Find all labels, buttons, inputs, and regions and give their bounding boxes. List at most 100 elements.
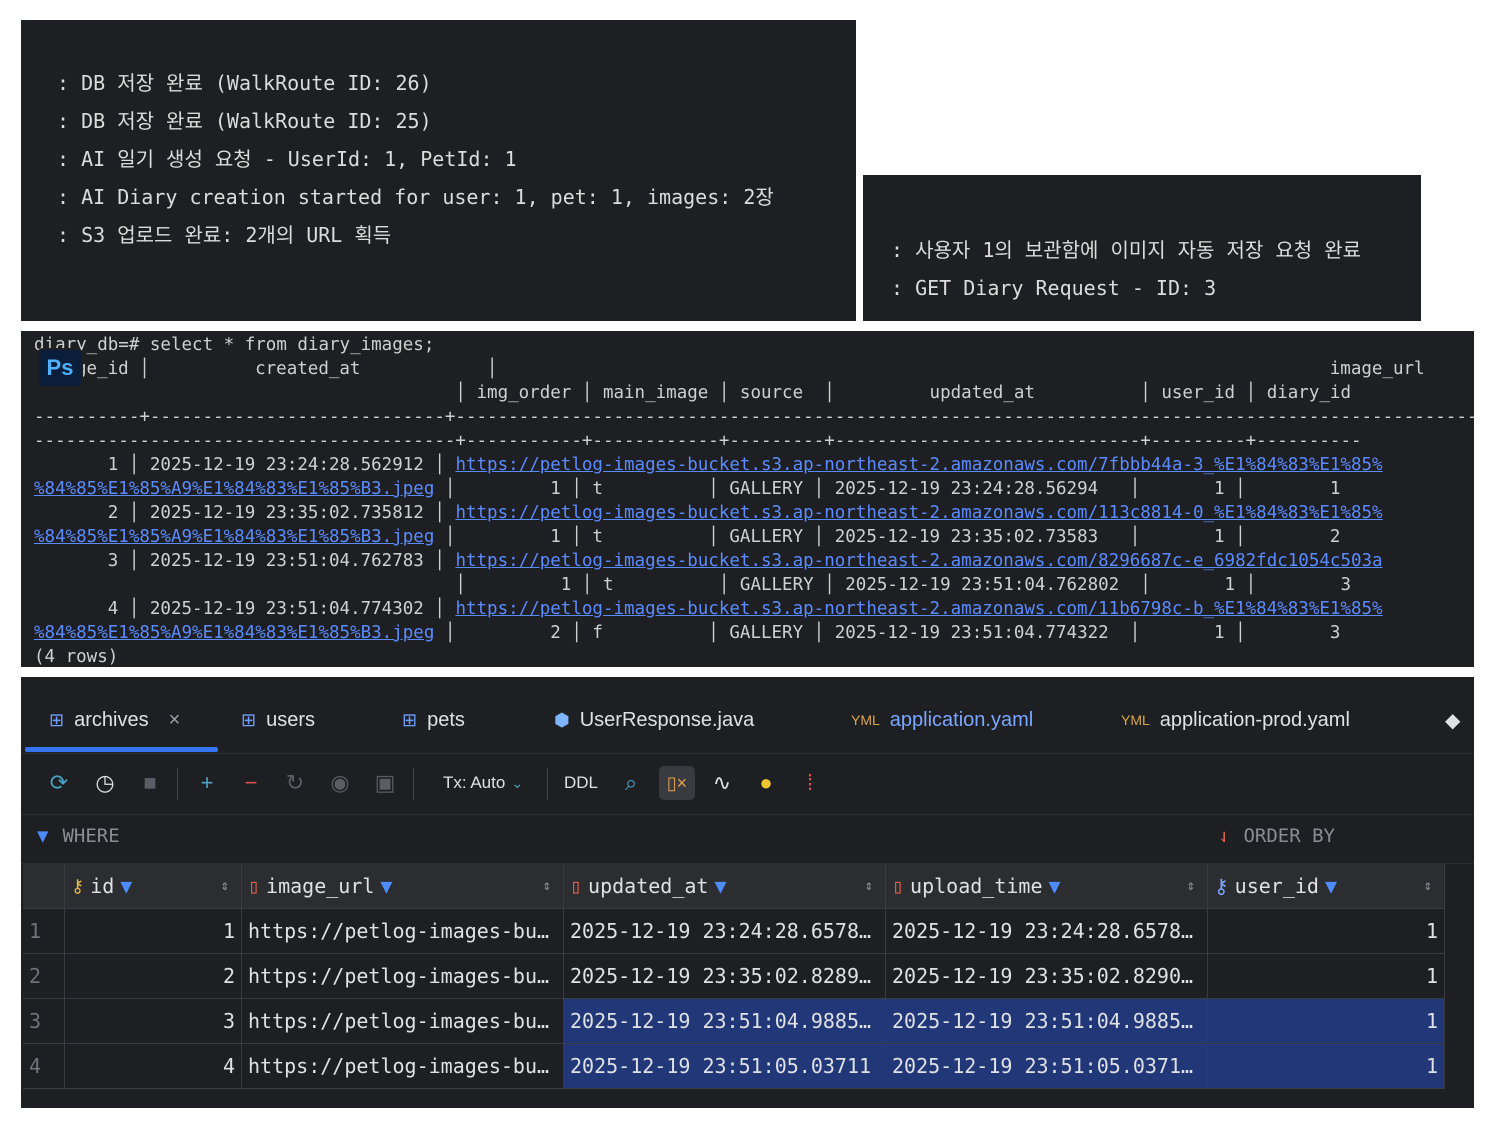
psql-row: %84%85%E1%85%A9%E1%84%83%E1%85%B3.jpeg │… bbox=[34, 527, 1341, 547]
chart-icon[interactable]: ∿ bbox=[707, 766, 737, 800]
save-icon[interactable]: ▣ bbox=[371, 766, 399, 800]
table-row[interactable]: 3 3 https://petlog-images-bu… 2025-12-19… bbox=[23, 999, 1445, 1044]
sort-toggle-icon[interactable]: ⇕ bbox=[543, 864, 551, 908]
psql-row: %84%85%E1%85%A9%E1%84%83%E1%85%B3.jpeg │… bbox=[34, 623, 1341, 643]
table-icon: ⊞ bbox=[49, 709, 65, 730]
table-row[interactable]: 1 1 https://petlog-images-bu… 2025-12-19… bbox=[23, 909, 1445, 954]
cell-id[interactable]: 1 bbox=[65, 909, 242, 954]
log-panel-2: : 사용자 1의 보관함에 이미지 자동 저장 요청 완료 : GET Diar… bbox=[863, 175, 1421, 321]
filter-icon[interactable]: ▼ bbox=[120, 864, 132, 908]
cell-upload-time[interactable]: 2025-12-19 23:51:04.9885… bbox=[886, 999, 1208, 1044]
cell-upload-time[interactable]: 2025-12-19 23:51:05.0371… bbox=[886, 1044, 1208, 1089]
cell-updated-at[interactable]: 2025-12-19 23:51:04.9885… bbox=[564, 999, 886, 1044]
foreign-key-icon: ⚷ bbox=[1214, 873, 1229, 898]
filter-icon[interactable]: ▼ bbox=[714, 864, 726, 908]
log-panel-1: : DB 저장 완료 (WalkRoute ID: 26) : DB 저장 완료… bbox=[21, 20, 856, 321]
revert-icon[interactable]: ↻ bbox=[281, 766, 309, 800]
cell-updated-at[interactable]: 2025-12-19 23:35:02.8289… bbox=[564, 954, 886, 999]
cell-upload-time[interactable]: 2025-12-19 23:24:28.6578… bbox=[886, 909, 1208, 954]
cell-user-id[interactable]: 1 bbox=[1208, 909, 1445, 954]
cell-image-url[interactable]: https://petlog-images-bu… bbox=[242, 1044, 564, 1089]
sort-toggle-icon[interactable]: ⇕ bbox=[221, 864, 229, 908]
tab-application-prod-yaml[interactable]: YML application-prod.yaml bbox=[1121, 703, 1350, 737]
column-header-updated-at[interactable]: ▯ updated_at ▼ ⇕ bbox=[564, 864, 886, 909]
image-url-link[interactable]: https://petlog-images-bucket.s3.ap-north… bbox=[455, 599, 1382, 619]
cell-id[interactable]: 3 bbox=[65, 999, 242, 1044]
where-filter[interactable]: ▼ WHERE bbox=[37, 825, 120, 847]
filter-icon[interactable]: ▼ bbox=[1325, 864, 1337, 908]
cell-image-url[interactable]: https://petlog-images-bu… bbox=[242, 909, 564, 954]
log-line: : 사용자 1의 보관함에 이미지 자동 저장 요청 완료 bbox=[891, 238, 1362, 262]
table-row[interactable]: 4 4 https://petlog-images-bu… 2025-12-19… bbox=[23, 1044, 1445, 1089]
sort-toggle-icon[interactable]: ⇕ bbox=[1187, 864, 1195, 908]
add-row-icon[interactable]: + bbox=[193, 766, 221, 800]
yaml-icon: YML bbox=[1121, 712, 1150, 728]
primary-key-icon: ⚷ bbox=[71, 875, 85, 897]
image-url-link[interactable]: %84%85%E1%85%A9%E1%84%83%E1%85%B3.jpeg bbox=[34, 623, 434, 643]
cell-updated-at[interactable]: 2025-12-19 23:51:05.03711 bbox=[564, 1044, 886, 1089]
delete-row-icon[interactable]: − bbox=[237, 766, 265, 800]
log-line: : AI Diary creation started for user: 1,… bbox=[57, 185, 774, 209]
table-icon: ⊞ bbox=[402, 709, 418, 730]
column-header-user-id[interactable]: ⚷ user_id ▼ ⇕ bbox=[1208, 864, 1445, 909]
table-row[interactable]: 2 2 https://petlog-images-bu… 2025-12-19… bbox=[23, 954, 1445, 999]
more-tabs-icon[interactable]: ◆ bbox=[1445, 703, 1460, 737]
toolbar-divider bbox=[177, 768, 178, 800]
ddl-button[interactable]: DDL bbox=[561, 766, 601, 800]
log-line: : DB 저장 완료 (WalkRoute ID: 25) bbox=[57, 109, 432, 133]
image-url-link[interactable]: https://petlog-images-bucket.s3.ap-north… bbox=[455, 455, 1382, 475]
toolbar-divider bbox=[413, 768, 414, 800]
filter-icon[interactable]: ▼ bbox=[380, 864, 392, 908]
column-header-upload-time[interactable]: ▯ upload_time ▼ ⇕ bbox=[886, 864, 1208, 909]
tab-pets[interactable]: ⊞ pets bbox=[402, 703, 465, 737]
image-url-link[interactable]: https://petlog-images-bucket.s3.ap-north… bbox=[455, 551, 1382, 571]
cell-image-url[interactable]: https://petlog-images-bu… bbox=[242, 954, 564, 999]
column-toggle-icon[interactable]: ▯× bbox=[659, 766, 695, 800]
cell-user-id[interactable]: 1 bbox=[1208, 1044, 1445, 1089]
tab-application-yaml[interactable]: YML application.yaml bbox=[851, 703, 1033, 737]
close-icon[interactable]: × bbox=[169, 709, 181, 732]
history-icon[interactable]: ◷ bbox=[91, 766, 119, 800]
chevron-down-icon: ⌄ bbox=[511, 774, 524, 791]
column-icon: ▯ bbox=[570, 873, 583, 898]
stop-icon[interactable]: ■ bbox=[136, 766, 164, 800]
tab-userresponse-java[interactable]: ⬢ UserResponse.java bbox=[554, 703, 754, 737]
column-header-image-url[interactable]: ▯ image_url ▼ ⇕ bbox=[242, 864, 564, 909]
transaction-mode-dropdown[interactable]: Tx: Auto ⌄ bbox=[435, 766, 531, 800]
cell-user-id[interactable]: 1 bbox=[1208, 954, 1445, 999]
photoshop-icon[interactable]: Ps bbox=[37, 348, 83, 388]
filter-icon[interactable]: ▼ bbox=[1049, 864, 1061, 908]
cell-upload-time[interactable]: 2025-12-19 23:35:02.8290… bbox=[886, 954, 1208, 999]
cell-id[interactable]: 2 bbox=[65, 954, 242, 999]
sort-toggle-icon[interactable]: ⇕ bbox=[865, 864, 873, 908]
order-by-filter[interactable]: ⇃ ORDER BY bbox=[1218, 825, 1335, 847]
psql-divider: ----------+----------------------------+… bbox=[34, 407, 1474, 427]
sort-icon: ⇃ bbox=[1218, 825, 1230, 847]
image-url-link[interactable]: %84%85%E1%85%A9%E1%84%83%E1%85%B3.jpeg bbox=[34, 527, 434, 547]
psql-terminal: diary_db=# select * from diary_images; g… bbox=[21, 331, 1474, 667]
refresh-icon[interactable]: ⟳ bbox=[45, 766, 73, 800]
ide-data-editor: ⊞ archives × ⊞ users ⊞ pets ⬢ UserRespon… bbox=[21, 677, 1474, 1108]
cell-updated-at[interactable]: 2025-12-19 23:24:28.6578… bbox=[564, 909, 886, 954]
row-number: 1 bbox=[23, 909, 65, 954]
bulb-icon[interactable]: ● bbox=[752, 766, 780, 800]
image-url-link[interactable]: %84%85%E1%85%A9%E1%84%83%E1%85%B3.jpeg bbox=[34, 479, 434, 499]
cell-image-url[interactable]: https://petlog-images-bu… bbox=[242, 999, 564, 1044]
toolbar-divider bbox=[547, 768, 548, 800]
tab-users[interactable]: ⊞ users bbox=[241, 703, 315, 737]
psql-header-1: ge_id │ created_at │ image_url bbox=[76, 359, 1425, 379]
scatter-chart-icon[interactable]: ⁞ bbox=[796, 766, 824, 800]
psql-row: 1 │ 2025-12-19 23:24:28.562912 │ https:/… bbox=[34, 455, 1383, 475]
cell-user-id[interactable]: 1 bbox=[1208, 999, 1445, 1044]
sort-toggle-icon[interactable]: ⇕ bbox=[1424, 864, 1432, 908]
row-number: 4 bbox=[23, 1044, 65, 1089]
view-icon[interactable]: ◉ bbox=[326, 766, 354, 800]
table-icon: ⊞ bbox=[241, 709, 257, 730]
column-header-id[interactable]: ⚷ id ▼ ⇕ bbox=[65, 864, 242, 909]
java-class-icon: ⬢ bbox=[554, 709, 570, 730]
cell-id[interactable]: 4 bbox=[65, 1044, 242, 1089]
psql-row: 2 │ 2025-12-19 23:35:02.735812 │ https:/… bbox=[34, 503, 1383, 523]
image-url-link[interactable]: https://petlog-images-bucket.s3.ap-north… bbox=[455, 503, 1382, 523]
tab-archives[interactable]: ⊞ archives × bbox=[49, 703, 180, 737]
search-icon[interactable]: ⌕ bbox=[617, 766, 645, 800]
